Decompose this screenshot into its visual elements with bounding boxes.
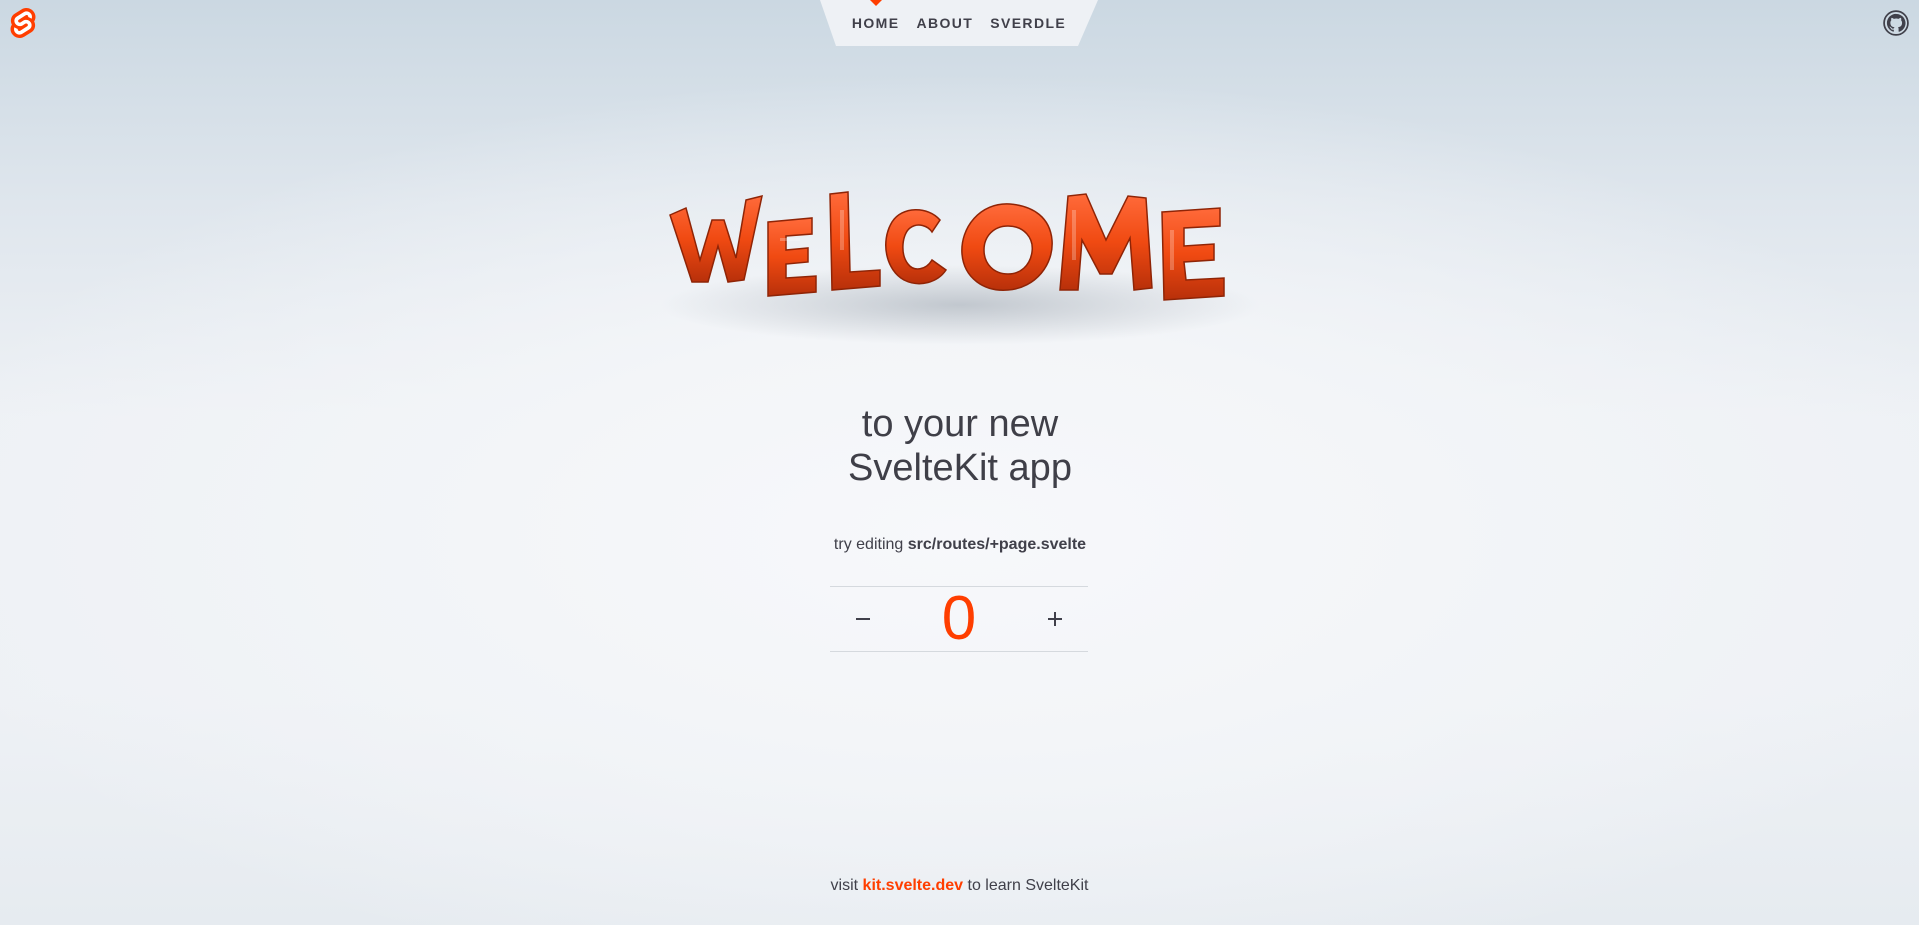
edit-hint: try editing src/routes/+page.svelte — [760, 536, 1160, 554]
subtitle-line-2: SvelteKit app — [848, 447, 1072, 489]
site-header: Home About Sverdle — [0, 0, 1919, 48]
nav-item-sverdle: Sverdle — [982, 0, 1075, 46]
increment-button[interactable] — [1022, 587, 1088, 651]
minus-icon — [856, 618, 870, 620]
hint-prefix: try editing — [833, 536, 904, 553]
nav-list: Home About Sverdle — [820, 0, 1098, 46]
github-icon — [1883, 10, 1909, 36]
subtitle-line-1: to your new — [861, 403, 1059, 445]
plus-icon — [1048, 612, 1062, 626]
main-nav: Home About Sverdle — [820, 0, 1098, 48]
counter: 0 — [830, 586, 1088, 652]
nav-item-home: Home — [843, 0, 908, 46]
footer-suffix: to learn SvelteKit — [967, 877, 1089, 894]
github-link[interactable] — [1881, 8, 1911, 38]
decrement-button[interactable] — [830, 587, 896, 651]
nav-link-sverdle[interactable]: Sverdle — [990, 15, 1066, 31]
svelte-logo-link[interactable] — [8, 8, 38, 38]
hint-file-path: src/routes/+page.svelte — [907, 536, 1087, 553]
nav-link-about[interactable]: About — [916, 15, 973, 31]
welcome-3d-text-image — [660, 191, 1260, 345]
nav-link-home[interactable]: Home — [852, 15, 900, 31]
svelte-logo-icon — [10, 8, 36, 38]
nav-item-about: About — [908, 0, 982, 46]
footer-prefix: visit — [830, 877, 859, 894]
kit-svelte-link[interactable]: kit.svelte.dev — [863, 877, 964, 894]
page-subtitle: to your new SvelteKit app — [760, 402, 1160, 490]
active-page-marker — [869, 0, 882, 6]
counter-value: 0 — [941, 584, 977, 653]
welcome-hero-image — [640, 150, 1280, 350]
site-footer: visit kit.svelte.dev to learn SvelteKit — [0, 877, 1919, 895]
